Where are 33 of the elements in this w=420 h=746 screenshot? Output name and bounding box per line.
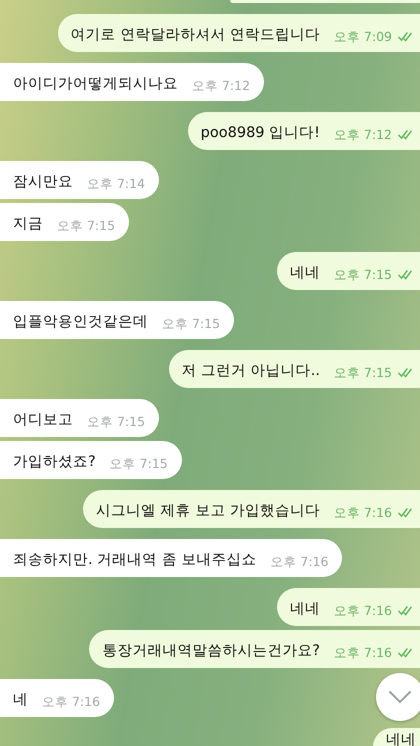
message-time: 오후 7:15 — [87, 414, 146, 430]
message-text: 시그니엘 제휴 보고 가입했습니다 — [96, 502, 320, 521]
message-text: 네네 — [290, 600, 320, 619]
message-text: 네네 — [290, 264, 320, 283]
message-time: 오후 7:16 — [42, 694, 100, 710]
message-time: 오후 7:15 — [334, 365, 392, 381]
message-text: 어디보고 — [13, 411, 73, 430]
message-time: 오후 7:16 — [334, 505, 392, 521]
message-time: 오후 7:12 — [192, 78, 250, 94]
message-text: 네네 — [386, 731, 416, 746]
message-time: 오후 7:16 — [270, 554, 328, 570]
message-time: 오후 7:15 — [57, 218, 116, 234]
message-text: 네 — [13, 691, 28, 710]
message-text: 죄송하지만. 거래내역 좀 보내주십쇼 — [13, 551, 256, 570]
message-text: 지금 — [13, 215, 43, 234]
message-text: 잠시만요 — [13, 173, 73, 192]
message-text: 저 그런거 아닙니다.. — [182, 362, 320, 381]
message-text: poo8989 입니다! — [200, 124, 320, 143]
scroll-down-button[interactable] — [376, 673, 420, 721]
message-time: 오후 7:16 — [334, 645, 392, 661]
message-text: 아이디가어떻게되시나요 — [13, 75, 178, 94]
message-time: 오후 7:12 — [334, 127, 392, 143]
message-text: 입플악용인것같은데 — [13, 313, 148, 332]
message-time: 오후 7:16 — [334, 603, 392, 619]
message-text: 가입하셨죠? — [13, 453, 96, 472]
message-time: 오후 7:15 — [334, 267, 392, 283]
message-time: 오후 7:09 — [334, 29, 392, 45]
message-time: 오후 7:15 — [110, 456, 168, 472]
chevron-down-icon — [388, 690, 412, 704]
message-text: 통장거래내역말씀하시는건가요? — [102, 642, 320, 661]
message-time: 오후 7:15 — [162, 316, 220, 332]
message-time: 오후 7:14 — [87, 176, 146, 192]
message-text: 여기로 연락달라하셔서 연락드립니다 — [70, 26, 320, 45]
